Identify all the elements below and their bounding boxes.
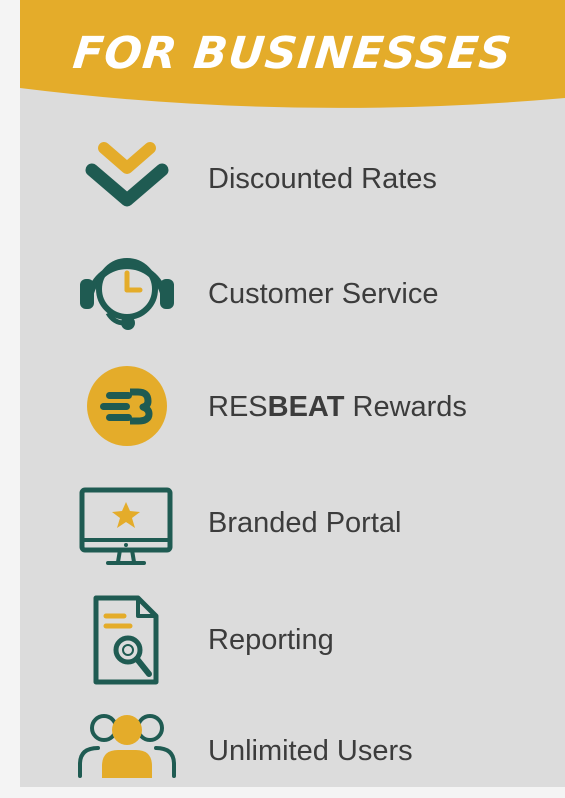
banner-title: For Businesses (70, 28, 515, 79)
feature-item-reporting: Reporting (20, 590, 565, 690)
headset-clock-icon (72, 243, 182, 343)
feature-item-resbeat-rewards: RESBEAT Rewards (20, 358, 565, 458)
label-prefix: RES (208, 391, 268, 423)
monitor-star-icon (72, 472, 182, 572)
document-magnifier-icon (72, 590, 182, 690)
double-chevron-down-icon (72, 130, 182, 230)
feature-item-branded-portal: Branded Portal (20, 472, 565, 572)
resbeat-logo-icon (72, 358, 182, 458)
feature-item-unlimited-users: Unlimited Users (20, 700, 565, 787)
feature-label: Reporting (208, 624, 334, 656)
label-suffix: Rewards (344, 391, 467, 423)
banner: For Businesses (20, 0, 565, 112)
feature-item-discounted-rates: Discounted Rates (20, 130, 565, 230)
feature-item-customer-service: Customer Service (20, 243, 565, 343)
label-bold: BEAT (267, 391, 345, 423)
features-card: For Businesses Discounted Rates Cu (20, 0, 565, 787)
users-group-icon (72, 700, 182, 787)
feature-label: Branded Portal (208, 507, 402, 539)
feature-label: Customer Service (208, 278, 439, 310)
feature-label-resbeat: RESBEAT Rewards (208, 393, 467, 422)
feature-label: Unlimited Users (208, 735, 413, 767)
feature-label: Discounted Rates (208, 163, 437, 195)
